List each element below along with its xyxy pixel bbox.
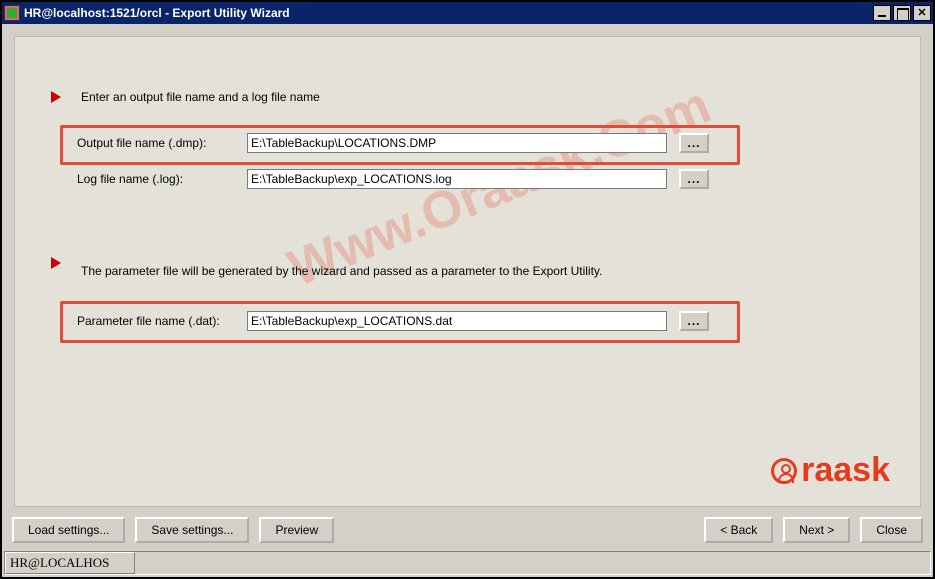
wizard-button-bar: Load settings... Save settings... Previe… [12, 517, 923, 543]
brand-logo: raask [771, 451, 890, 490]
save-settings-button[interactable]: Save settings... [135, 517, 249, 543]
button-spacer [334, 517, 704, 543]
next-button[interactable]: Next > [783, 517, 850, 543]
app-icon [4, 5, 20, 21]
status-bar: HR@LOCALHOS [4, 551, 931, 575]
brand-icon [771, 458, 797, 484]
log-file-row: Log file name (.log): ... [77, 169, 709, 189]
minimize-button[interactable] [873, 5, 891, 21]
wizard-panel: Www.Oraask.Com Enter an output file name… [14, 36, 921, 507]
output-file-browse-button[interactable]: ... [679, 133, 709, 153]
maximize-button[interactable] [893, 5, 911, 21]
status-connection: HR@LOCALHOS [5, 552, 135, 574]
output-file-input[interactable] [247, 133, 667, 153]
window-buttons [873, 5, 931, 21]
param-file-row: Parameter file name (.dat): ... [77, 311, 709, 331]
close-window-button[interactable] [913, 5, 931, 21]
section2-instruction: The parameter file will be generated by … [81, 263, 681, 279]
back-button[interactable]: < Back [704, 517, 773, 543]
load-settings-button[interactable]: Load settings... [12, 517, 125, 543]
param-file-input[interactable] [247, 311, 667, 331]
titlebar[interactable]: HR@localhost:1521/orcl - Export Utility … [2, 2, 933, 24]
preview-button[interactable]: Preview [259, 517, 334, 543]
log-file-browse-button[interactable]: ... [679, 169, 709, 189]
output-file-row: Output file name (.dmp): ... [77, 133, 709, 153]
output-file-label: Output file name (.dmp): [77, 136, 247, 150]
param-file-browse-button[interactable]: ... [679, 311, 709, 331]
brand-text: raask [801, 451, 890, 490]
log-file-label: Log file name (.log): [77, 172, 247, 186]
client-area: Www.Oraask.Com Enter an output file name… [2, 24, 933, 577]
log-file-input[interactable] [247, 169, 667, 189]
section1-instruction: Enter an output file name and a log file… [81, 89, 341, 105]
section2-bullet-icon [51, 257, 61, 269]
param-file-label: Parameter file name (.dat): [77, 314, 247, 328]
close-button[interactable]: Close [860, 517, 923, 543]
section1-bullet-icon [51, 91, 61, 103]
window-title: HR@localhost:1521/orcl - Export Utility … [24, 6, 873, 20]
app-window: HR@localhost:1521/orcl - Export Utility … [0, 0, 935, 579]
